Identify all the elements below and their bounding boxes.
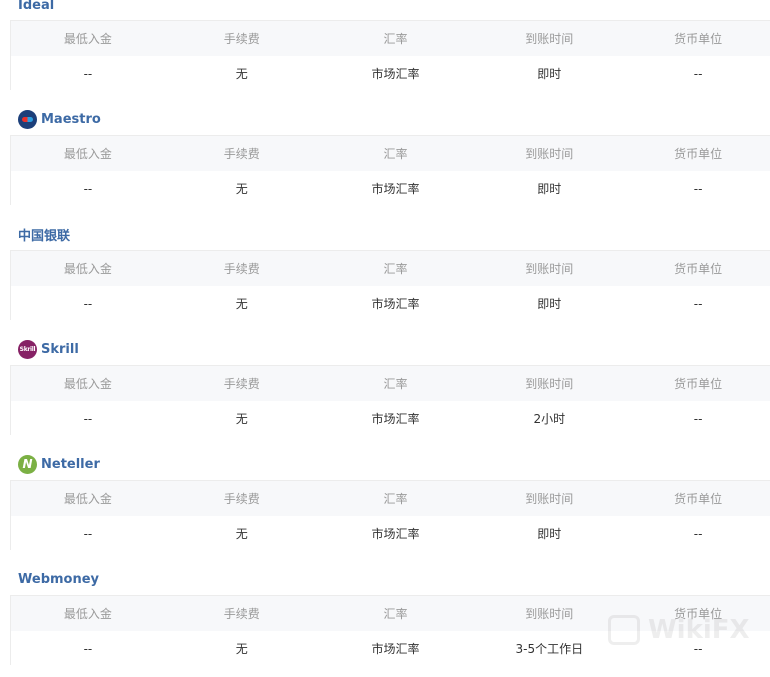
header-rate: 汇率	[383, 32, 408, 46]
table-header: 最低入金 手续费 汇率 到账时间 货币单位	[11, 481, 770, 516]
payment-table: 最低入金 手续费 汇率 到账时间 货币单位 -- 无 市场汇率 即时 --	[10, 135, 770, 206]
table-row: -- 无 市场汇率 即时 --	[11, 516, 770, 551]
header-arrival: 到账时间	[525, 262, 574, 276]
payment-method-title: 中国银联	[18, 228, 71, 244]
header-currency: 货币单位	[674, 377, 723, 391]
header-fee: 手续费	[223, 147, 260, 161]
table-row: -- 无 市场汇率 2小时 --	[11, 401, 770, 436]
fee-value: 无	[235, 297, 248, 311]
header-arrival: 到账时间	[525, 607, 574, 621]
fee-value: 无	[235, 182, 248, 196]
header-currency: 货币单位	[674, 262, 723, 276]
arrival-value: 即时	[537, 67, 562, 81]
neteller-logo-icon: N	[18, 454, 37, 474]
currency-value: --	[693, 526, 703, 541]
watermark-logo-icon	[608, 615, 640, 645]
header-fee: 手续费	[223, 492, 260, 506]
rate-value: 市场汇率	[371, 527, 420, 541]
fee-value: 无	[235, 412, 248, 426]
rate-value: 市场汇率	[371, 642, 420, 656]
wikifx-watermark: WikiFX	[608, 615, 750, 645]
header-fee: 手续费	[223, 262, 260, 276]
table-header: 最低入金 手续费 汇率 到账时间 货币单位	[11, 21, 770, 56]
payment-table: 最低入金 手续费 汇率 到账时间 货币单位 -- 无 市场汇率 即时 --	[10, 20, 770, 91]
fee-value: 无	[235, 527, 248, 541]
min-deposit-value: --	[83, 526, 93, 541]
fee-value: 无	[235, 67, 248, 81]
table-header: 最低入金 手续费 汇率 到账时间 货币单位	[11, 251, 770, 286]
payment-table: 最低入金 手续费 汇率 到账时间 货币单位 -- 无 市场汇率 2小时 --	[10, 365, 770, 436]
arrival-value: 2小时	[533, 412, 566, 426]
header-fee: 手续费	[223, 32, 260, 46]
min-deposit-value: --	[83, 66, 93, 81]
table-row: -- 无 市场汇率 即时 --	[11, 171, 770, 206]
header-arrival: 到账时间	[525, 492, 574, 506]
table-header: 最低入金 手续费 汇率 到账时间 货币单位	[11, 136, 770, 171]
header-rate: 汇率	[383, 492, 408, 506]
header-min-deposit: 最低入金	[63, 607, 112, 621]
table-row: -- 无 市场汇率 即时 --	[11, 56, 770, 91]
header-fee: 手续费	[223, 377, 260, 391]
currency-value: --	[693, 411, 703, 426]
header-min-deposit: 最低入金	[63, 492, 112, 506]
header-arrival: 到账时间	[525, 32, 574, 46]
currency-value: --	[693, 181, 703, 196]
min-deposit-value: --	[83, 641, 93, 656]
header-rate: 汇率	[383, 377, 408, 391]
header-currency: 货币单位	[674, 492, 723, 506]
header-min-deposit: 最低入金	[63, 377, 112, 391]
arrival-value: 即时	[537, 297, 562, 311]
arrival-value: 3-5个工作日	[515, 642, 584, 656]
payment-method-title: Ideal	[18, 0, 55, 13]
header-currency: 货币单位	[674, 32, 723, 46]
header-min-deposit: 最低入金	[63, 147, 112, 161]
min-deposit-value: --	[83, 181, 93, 196]
rate-value: 市场汇率	[371, 412, 420, 426]
rate-value: 市场汇率	[371, 182, 420, 196]
rate-value: 市场汇率	[371, 67, 420, 81]
payment-method-title: Maestro	[18, 109, 101, 129]
payment-table: 最低入金 手续费 汇率 到账时间 货币单位 -- 无 市场汇率 即时 --	[10, 250, 770, 321]
currency-value: --	[693, 66, 703, 81]
skrill-logo-icon: Skrill	[18, 339, 37, 359]
min-deposit-value: --	[83, 296, 93, 311]
payment-method-title: Webmoney	[18, 571, 100, 587]
payment-table: 最低入金 手续费 汇率 到账时间 货币单位 -- 无 市场汇率 即时 --	[10, 480, 770, 551]
maestro-logo-icon	[18, 109, 37, 129]
header-arrival: 到账时间	[525, 147, 574, 161]
fee-value: 无	[235, 642, 248, 656]
table-header: 最低入金 手续费 汇率 到账时间 货币单位	[11, 366, 770, 401]
header-rate: 汇率	[383, 147, 408, 161]
rate-value: 市场汇率	[371, 297, 420, 311]
min-deposit-value: --	[83, 411, 93, 426]
payment-method-title: N Neteller	[18, 454, 100, 474]
currency-value: --	[693, 296, 703, 311]
table-row: -- 无 市场汇率 即时 --	[11, 286, 770, 321]
header-rate: 汇率	[383, 262, 408, 276]
header-rate: 汇率	[383, 607, 408, 621]
header-min-deposit: 最低入金	[63, 262, 112, 276]
header-min-deposit: 最低入金	[63, 32, 112, 46]
header-currency: 货币单位	[674, 147, 723, 161]
header-fee: 手续费	[223, 607, 260, 621]
header-arrival: 到账时间	[525, 377, 574, 391]
arrival-value: 即时	[537, 182, 562, 196]
arrival-value: 即时	[537, 527, 562, 541]
payment-method-title: Skrill Skrill	[18, 339, 79, 359]
